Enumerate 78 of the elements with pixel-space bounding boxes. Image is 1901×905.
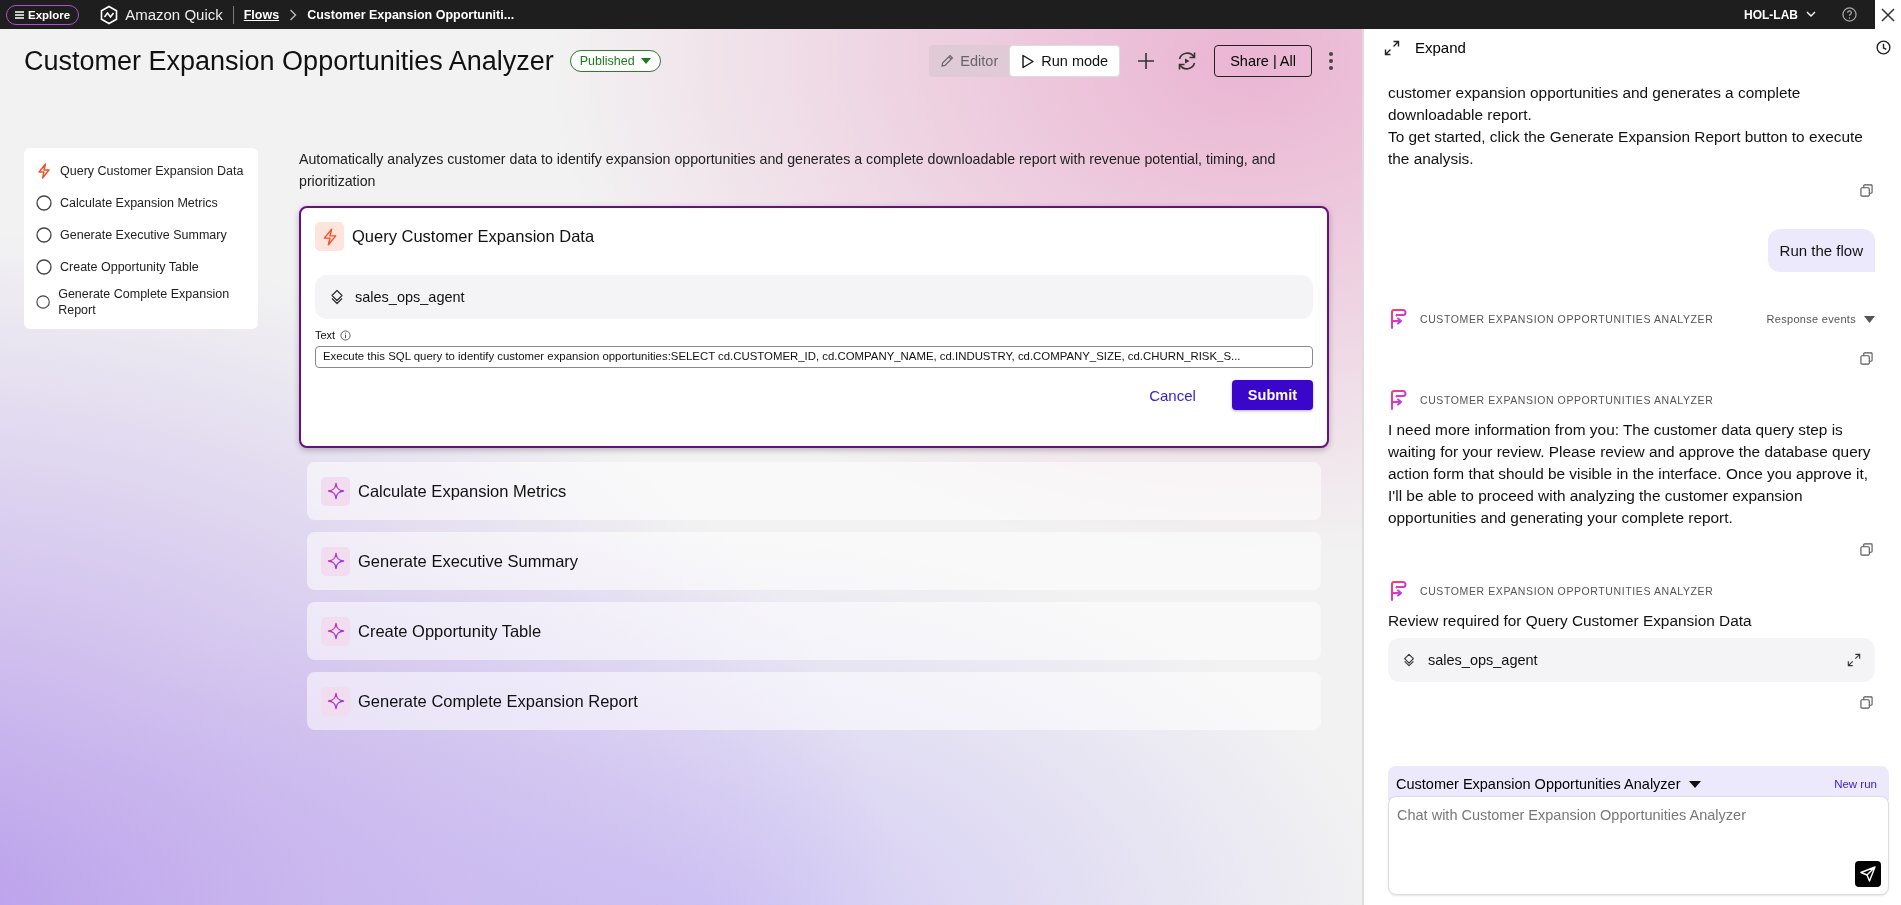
submit-button[interactable]: Submit — [1231, 380, 1313, 410]
caret-icon — [1864, 315, 1875, 323]
sender-name: CUSTOMER EXPANSION OPPORTUNITIES ANALYZER — [1420, 313, 1714, 325]
agent-name: sales_ops_agent — [355, 289, 465, 305]
message-text: I need more information from you: The customer data query step is waiting for your review. Please review and approve the database query action form that should be visible in the interface. Once you approve it, I'll be able to proceed with analyzing the customer expansion opportunities and generating your complete report. — [1388, 420, 1872, 528]
step-item[interactable]: Generate Complete Expansion Report — [58, 286, 246, 319]
step-card[interactable]: Calculate Expansion Metrics — [307, 462, 1321, 520]
sparkle-icon — [326, 692, 345, 710]
flow-logo-icon — [1388, 580, 1408, 602]
step-card[interactable] — [299, 206, 1329, 448]
caret-icon — [1688, 780, 1701, 788]
copy-icon[interactable] — [1860, 543, 1873, 556]
brand-logo-icon — [99, 4, 120, 25]
copy-icon[interactable] — [1860, 352, 1873, 365]
agent-name: sales_ops_agent — [1428, 652, 1538, 668]
history-icon[interactable] — [1876, 40, 1891, 55]
field-label: Text — [315, 329, 336, 341]
copy-icon[interactable] — [1860, 696, 1873, 709]
message-text: Review required for Query Customer Expansion Data — [1388, 611, 1753, 631]
mode-tab[interactable]: Run mode — [1009, 45, 1121, 77]
sparkle-icon — [326, 552, 345, 570]
step-item[interactable]: Calculate Expansion Metrics — [60, 194, 218, 212]
info-icon[interactable] — [340, 329, 352, 341]
message-text: To get started, click the Generate Expansion Report button to execute the analysis. — [1388, 127, 1864, 169]
agent-icon — [329, 289, 345, 305]
step-card[interactable]: Generate Executive Summary — [307, 532, 1321, 590]
send-icon — [1860, 866, 1876, 882]
flow-dropdown[interactable]: Customer Expansion Opportunities Analyzer — [1396, 776, 1701, 792]
cancel-button[interactable]: Cancel — [1143, 385, 1202, 405]
more-options-icon[interactable] — [1328, 51, 1334, 71]
step-title: Generate Complete Expansion Report — [358, 691, 638, 711]
plus-icon[interactable] — [1136, 51, 1157, 71]
caret-icon — [640, 58, 651, 64]
step-item[interactable]: Query Customer Expansion Data — [60, 162, 244, 180]
status-dropdown[interactable]: Published — [569, 50, 661, 72]
breadcrumb-link[interactable]: Flows — [243, 7, 280, 22]
mode-tab[interactable]: Editor — [929, 45, 1010, 77]
text-field[interactable]: Execute this SQL query to identify customer expansion opportunities:SELECT cd.CUSTOMER_ID, cd.COMPANY_NAME, cd.INDUSTRY, cd.COMPANY_SIZE, cd.CHURN_RISK_S... — [315, 346, 1313, 368]
chevron-down-icon — [1806, 11, 1816, 18]
new-run-link[interactable]: New run — [1834, 778, 1877, 790]
flow-title: Customer Expansion Opportunities Analyzer — [24, 45, 554, 77]
chat-input[interactable]: Chat with Customer Expansion Opportunities Analyzer — [1388, 796, 1889, 895]
explore-button[interactable]: Explore — [6, 4, 80, 25]
flow-logo-icon — [1388, 308, 1408, 330]
flow-description: Automatically analyzes customer data to identify expansion opportunities and generates a complete downloadable report with revenue potential, timing, and prioritization — [299, 150, 1277, 191]
user-message: Run the flow — [1767, 229, 1875, 272]
copy-icon[interactable] — [1860, 184, 1873, 197]
pencil-icon — [940, 54, 955, 68]
response-events-dropdown[interactable]: Response events — [1766, 313, 1875, 325]
step-item[interactable]: Create Opportunity Table — [60, 258, 199, 276]
expand-icon[interactable] — [1847, 653, 1861, 667]
account-menu[interactable]: HOL-LAB — [1738, 6, 1822, 23]
agent-icon — [1402, 653, 1416, 667]
agent-chip[interactable]: sales_ops_agent — [1388, 638, 1875, 682]
sparkle-icon — [326, 622, 345, 640]
share-button[interactable]: Share | All — [1214, 45, 1312, 77]
sender-name: CUSTOMER EXPANSION OPPORTUNITIES ANALYZER — [1420, 585, 1714, 597]
expand-icon — [1384, 39, 1400, 56]
step-title: Calculate Expansion Metrics — [358, 481, 567, 501]
send-button[interactable] — [1855, 861, 1881, 887]
breadcrumb-current: Customer Expansion Opportuniti... — [307, 7, 515, 22]
step-card[interactable]: Generate Complete Expansion Report — [307, 672, 1321, 730]
expand-button[interactable]: Expand — [1384, 39, 1466, 56]
help-icon[interactable] — [1842, 7, 1857, 22]
step-title: Create Opportunity Table — [358, 621, 542, 641]
step-title: Generate Executive Summary — [358, 551, 579, 571]
chevron-right-icon — [289, 8, 298, 21]
close-icon[interactable] — [1881, 7, 1895, 22]
brand-name: Amazon Quick — [125, 6, 223, 23]
step-item[interactable]: Generate Executive Summary — [60, 226, 227, 244]
step-title: Query Customer Expansion Data — [352, 227, 595, 246]
sender-name: CUSTOMER EXPANSION OPPORTUNITIES ANALYZER — [1420, 394, 1714, 406]
play-icon — [1021, 53, 1036, 69]
step-card[interactable]: Create Opportunity Table — [307, 602, 1321, 660]
menu-icon — [15, 10, 24, 19]
sparkle-icon — [326, 482, 345, 500]
flow-logo-icon — [1388, 389, 1408, 411]
message-text: customer expansion opportunities and generates a complete downloadable report. — [1388, 83, 1802, 125]
